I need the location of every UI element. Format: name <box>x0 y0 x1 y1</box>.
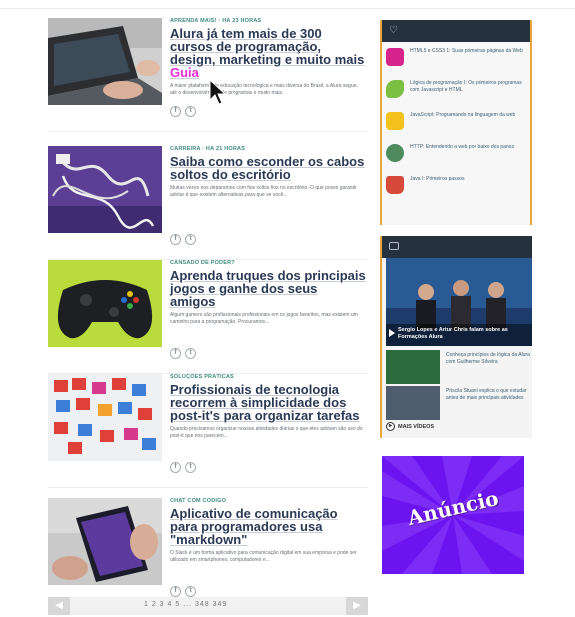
mouse-cursor-icon <box>209 78 229 110</box>
article-title[interactable]: Aplicativo de comunicação para programad… <box>170 507 366 546</box>
video-list-item[interactable]: Priscila Stuani explica o que estudar an… <box>386 386 532 422</box>
twitter-icon[interactable]: t <box>185 234 196 245</box>
facebook-icon[interactable]: f <box>170 348 181 359</box>
article-summary: A maior plataforma de educação tecnológi… <box>170 83 358 96</box>
course-item[interactable]: Lógica de programação I: Os primeiros pr… <box>386 80 526 112</box>
camera-icon <box>389 242 399 250</box>
featured-video-caption: Sergio Lopes e Artur Chris falam sobre a… <box>398 327 508 340</box>
video-title: Priscila Stuani explica o que estudar an… <box>446 388 527 401</box>
twitter-icon[interactable]: t <box>185 586 196 597</box>
course-title: JavaScript: Programando na linguagem da … <box>410 112 516 118</box>
page-numbers[interactable]: 1 2 3 4 5 ... 348 349 <box>144 601 227 608</box>
facebook-icon[interactable]: f <box>170 234 181 245</box>
facebook-icon[interactable]: f <box>170 462 181 473</box>
widget-header <box>382 236 532 258</box>
java-course-icon <box>386 176 404 194</box>
share-buttons: f t <box>170 348 196 359</box>
next-page-button[interactable]: ▶ <box>346 597 368 615</box>
pagination: ◀ 1 2 3 4 5 ... 348 349 ▶ <box>48 597 368 615</box>
course-item[interactable]: JavaScript: Programando na linguagem da … <box>386 112 526 144</box>
article-title[interactable]: Aprenda truques dos principais jogos e g… <box>170 269 366 308</box>
logic-course-icon <box>386 80 404 98</box>
article-summary: Quando precisamos organizar nossas ativi… <box>170 426 363 439</box>
http-course-icon <box>386 144 404 162</box>
course-item[interactable]: HTTP: Entendendo a web por baixo dos pan… <box>386 144 526 176</box>
more-videos-link[interactable]: ▸ MAIS VÍDEOS <box>386 422 434 431</box>
course-item[interactable]: HTML5 e CSS3 1: Suas primeiras páginas d… <box>386 48 526 80</box>
twitter-icon[interactable]: t <box>185 462 196 473</box>
article-summary: O Slack é um forma aplicativo para comun… <box>170 550 357 563</box>
share-buttons: f t <box>170 106 196 117</box>
article-thumbnail-laptop[interactable] <box>48 18 162 105</box>
play-circle-icon: ▸ <box>386 422 395 431</box>
popular-courses-widget: ♡ HTML5 e CSS3 1: Suas primeiras páginas… <box>380 20 532 225</box>
article-summary: Algum gamers são profissionais profissio… <box>170 312 358 325</box>
video-thumbnail <box>386 350 440 384</box>
html-course-icon <box>386 48 404 66</box>
article-card: CANSADO DE PODER? Aprenda truques dos pr… <box>48 260 368 372</box>
article-thumbnail-cables[interactable] <box>48 146 162 233</box>
share-buttons: f t <box>170 234 196 245</box>
article-title[interactable]: Alura já tem mais de 300 cursos de progr… <box>170 27 366 79</box>
course-title: HTML5 e CSS3 1: Suas primeiras páginas d… <box>410 48 523 54</box>
course-item[interactable]: Java I: Primeiros passos <box>386 176 526 208</box>
javascript-course-icon <box>386 112 404 130</box>
article-card: APRENDA MAIS! · HÁ 23 HORAS Alura já tem… <box>48 18 368 130</box>
article-title[interactable]: Profissionais de tecnologia recorrem à s… <box>170 383 366 422</box>
article-divider <box>48 487 368 488</box>
prev-page-button[interactable]: ◀ <box>48 597 70 615</box>
article-kicker: CHAT COM CÓDIGO <box>170 498 227 504</box>
video-title: Conheça princípios de lógica da Alura co… <box>446 352 530 365</box>
course-title: HTTP: Entendendo a web por baixo dos pan… <box>410 144 514 150</box>
article-card: CARREIRA · HÁ 21 HORAS Saiba como escond… <box>48 146 368 258</box>
twitter-icon[interactable]: t <box>185 106 196 117</box>
videos-widget: Sergio Lopes e Artur Chris falam sobre a… <box>380 236 532 438</box>
share-buttons: f t <box>170 462 196 473</box>
article-kicker: CARREIRA · HÁ 21 HORAS <box>170 146 246 152</box>
top-divider <box>0 8 575 9</box>
advertisement-banner[interactable]: Anúncio <box>382 456 524 574</box>
article-thumbnail-postits[interactable] <box>48 374 162 461</box>
course-title: Lógica de programação I: Os primeiros pr… <box>410 80 522 93</box>
article-kicker: APRENDA MAIS! · HÁ 23 HORAS <box>170 18 262 24</box>
facebook-icon[interactable]: f <box>170 106 181 117</box>
article-title[interactable]: Saiba como esconder os cabos soltos do e… <box>170 155 366 181</box>
article-kicker: CANSADO DE PODER? <box>170 260 235 266</box>
facebook-icon[interactable]: f <box>170 586 181 597</box>
article-kicker: SOLUÇÕES PRÁTICAS <box>170 374 234 380</box>
widget-header: ♡ <box>382 20 530 42</box>
video-thumbnail <box>386 386 440 420</box>
article-divider <box>48 131 368 132</box>
play-icon <box>389 329 395 337</box>
featured-video[interactable]: Sergio Lopes e Artur Chris falam sobre a… <box>386 258 532 346</box>
twitter-icon[interactable]: t <box>185 348 196 359</box>
article-thumbnail-controller[interactable] <box>48 260 162 347</box>
heart-icon: ♡ <box>389 25 398 36</box>
article-card: CHAT COM CÓDIGO Aplicativo de comunicaçã… <box>48 498 368 610</box>
article-thumbnail-phone[interactable] <box>48 498 162 585</box>
article-summary: Muitas vezes nos deparamos com fios solt… <box>170 185 357 198</box>
video-list-item[interactable]: Conheça princípios de lógica da Alura co… <box>386 350 532 386</box>
share-buttons: f t <box>170 586 196 597</box>
article-card: SOLUÇÕES PRÁTICAS Profissionais de tecno… <box>48 374 368 486</box>
course-title: Java I: Primeiros passos <box>410 176 465 182</box>
highlight-annotation: Guia <box>170 65 199 80</box>
